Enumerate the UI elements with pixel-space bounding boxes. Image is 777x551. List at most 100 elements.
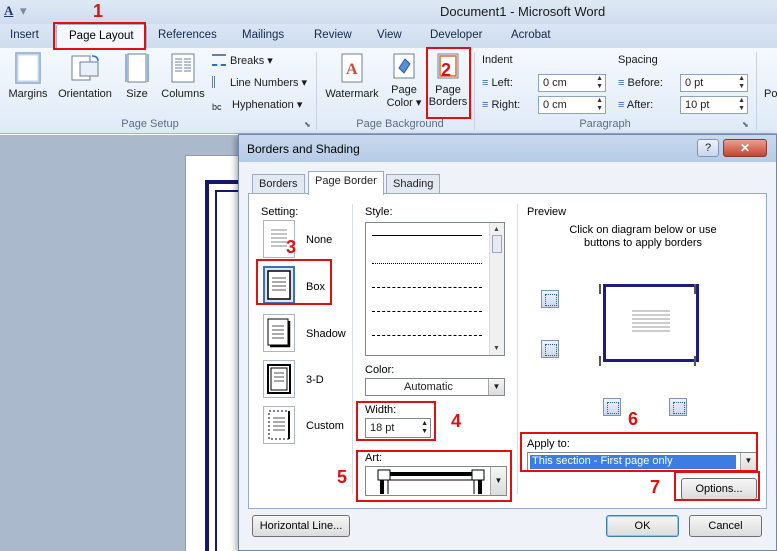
tab-acrobat[interactable]: Acrobat (511, 29, 551, 41)
annotation-box-3 (256, 259, 332, 305)
dialog-title: Borders and Shading (247, 142, 360, 156)
tab-developer[interactable]: Developer (430, 29, 482, 41)
preview-label: Preview (527, 206, 567, 218)
annotation-number-1: 1 (93, 1, 104, 21)
tab-borders[interactable]: Borders (252, 174, 305, 193)
group-separator (474, 52, 475, 130)
annotation-number-2: 2 (441, 60, 452, 80)
column-divider (352, 204, 353, 494)
top-border-button[interactable] (541, 290, 559, 308)
setting-none-label[interactable]: None (306, 234, 332, 246)
title-bar: A ▾ Document1 - Microsoft Word (0, 0, 777, 24)
page-color-label-1: Page (391, 84, 417, 96)
setting-3d-label[interactable]: 3-D (306, 374, 324, 386)
scroll-up-icon[interactable]: ▲ (493, 226, 500, 233)
bottom-border-button[interactable] (541, 340, 559, 358)
setting-3d-icon[interactable] (263, 360, 295, 398)
page-size-icon (125, 53, 149, 83)
cancel-button[interactable]: Cancel (689, 515, 762, 537)
preview-corner-tick (694, 284, 696, 294)
annotation-number-3: 3 (286, 237, 297, 257)
spacing-after-icon: ≡ (618, 99, 625, 111)
left-border-button[interactable] (603, 398, 621, 416)
style-option-dashed[interactable] (372, 311, 482, 312)
tab-mailings[interactable]: Mailings (242, 29, 284, 41)
dialog-title-bar[interactable]: Borders and Shading ? ✕ (239, 135, 776, 162)
scroll-down-icon[interactable]: ▼ (493, 345, 500, 352)
annotation-box-7 (674, 471, 760, 501)
preview-corner-tick (694, 356, 696, 366)
tab-references[interactable]: References (158, 29, 217, 41)
spinner-arrows-icon[interactable]: ▲ ▼ (738, 97, 745, 113)
spinner-arrows-icon[interactable]: ▲ ▼ (596, 97, 603, 113)
style-option-solid[interactable] (372, 235, 482, 236)
margins-button[interactable]: Margins (6, 52, 50, 100)
font-color-icon[interactable]: A (4, 3, 13, 18)
margins-label: Margins (8, 88, 48, 100)
style-scrollbar[interactable]: ▲ ▼ (489, 223, 504, 355)
column-divider (517, 204, 518, 494)
tab-view[interactable]: View (377, 29, 402, 41)
spacing-after-label: ≡ After: (618, 99, 654, 111)
horizontal-line-button[interactable]: Horizontal Line... (252, 515, 350, 537)
indent-heading: Indent (482, 54, 513, 66)
right-border-button[interactable] (669, 398, 687, 416)
setting-shadow-label[interactable]: Shadow (306, 328, 346, 340)
annotation-box-4 (356, 401, 436, 441)
tab-review[interactable]: Review (314, 29, 352, 41)
annotation-number-6: 6 (628, 409, 639, 429)
columns-button[interactable]: Columns (158, 52, 208, 100)
annotation-box-6 (520, 432, 758, 472)
hyphenation-icon: bc (212, 102, 222, 112)
size-button[interactable]: Size (120, 52, 154, 100)
line-numbers-button[interactable]: Line Numbers ▾ (212, 76, 307, 89)
color-select[interactable]: Automatic ▼ (365, 378, 505, 396)
setting-shadow-icon[interactable] (263, 314, 295, 352)
color-label: Color: (365, 364, 395, 376)
style-option-dash-dot[interactable] (372, 335, 482, 336)
spacing-after-input[interactable]: 10 pt ▲ ▼ (680, 96, 748, 114)
hyphenation-button[interactable]: bc Hyphenation ▾ (212, 98, 302, 114)
indent-right-label: ≡ Right: (482, 99, 521, 111)
setting-custom-label[interactable]: Custom (306, 420, 344, 432)
setting-custom-icon[interactable] (263, 406, 295, 444)
style-list[interactable]: ▲ ▼ (365, 222, 505, 356)
paragraph-launcher-icon[interactable]: ⬊ (742, 120, 749, 129)
watermark-button[interactable]: A Watermark (322, 52, 382, 100)
breaks-icon (212, 54, 226, 66)
ok-button[interactable]: OK (606, 515, 679, 537)
group-separator (756, 52, 757, 130)
spinner-arrows-icon[interactable]: ▲ ▼ (596, 75, 603, 91)
svg-text:A: A (346, 61, 358, 78)
help-button[interactable]: ? (697, 139, 719, 157)
page-setup-launcher-icon[interactable]: ⬊ (304, 120, 311, 129)
watermark-label: Watermark (325, 88, 379, 100)
style-option-dotted[interactable] (372, 263, 482, 264)
indent-right-input[interactable]: 0 cm ▲ ▼ (538, 96, 606, 114)
setting-label: Setting: (261, 206, 299, 218)
tab-shading[interactable]: Shading (386, 174, 441, 193)
qat-customize-icon[interactable]: ▾ (20, 3, 27, 18)
spinner-arrows-icon[interactable]: ▲ ▼ (738, 75, 745, 91)
preview-diagram[interactable] (603, 284, 699, 362)
orientation-button[interactable]: Orientation (54, 52, 116, 100)
indent-left-input[interactable]: 0 cm ▲ ▼ (538, 74, 606, 92)
spacing-before-icon: ≡ (618, 77, 625, 89)
tab-page-border[interactable]: Page Border (308, 171, 384, 195)
scroll-thumb[interactable] (492, 235, 502, 253)
spacing-before-input[interactable]: 0 pt ▲ ▼ (680, 74, 748, 92)
orientation-label: Orientation (58, 88, 112, 100)
columns-icon (171, 53, 195, 83)
chevron-down-icon[interactable]: ▼ (488, 379, 504, 395)
breaks-button[interactable]: Breaks ▾ (212, 54, 273, 67)
indent-left-icon: ≡ (482, 77, 489, 89)
position-button-partial[interactable]: Po (764, 88, 777, 100)
page-setup-group-label: Page Setup (121, 118, 179, 130)
annotation-box-2 (426, 47, 471, 119)
page-color-button[interactable]: Page Color ▾ (384, 52, 424, 109)
style-option-dashed-small[interactable] (372, 287, 482, 288)
indent-left-label: ≡ Left: (482, 77, 513, 89)
tab-insert[interactable]: Insert (10, 29, 39, 41)
close-button[interactable]: ✕ (723, 139, 767, 157)
size-label: Size (126, 88, 148, 100)
